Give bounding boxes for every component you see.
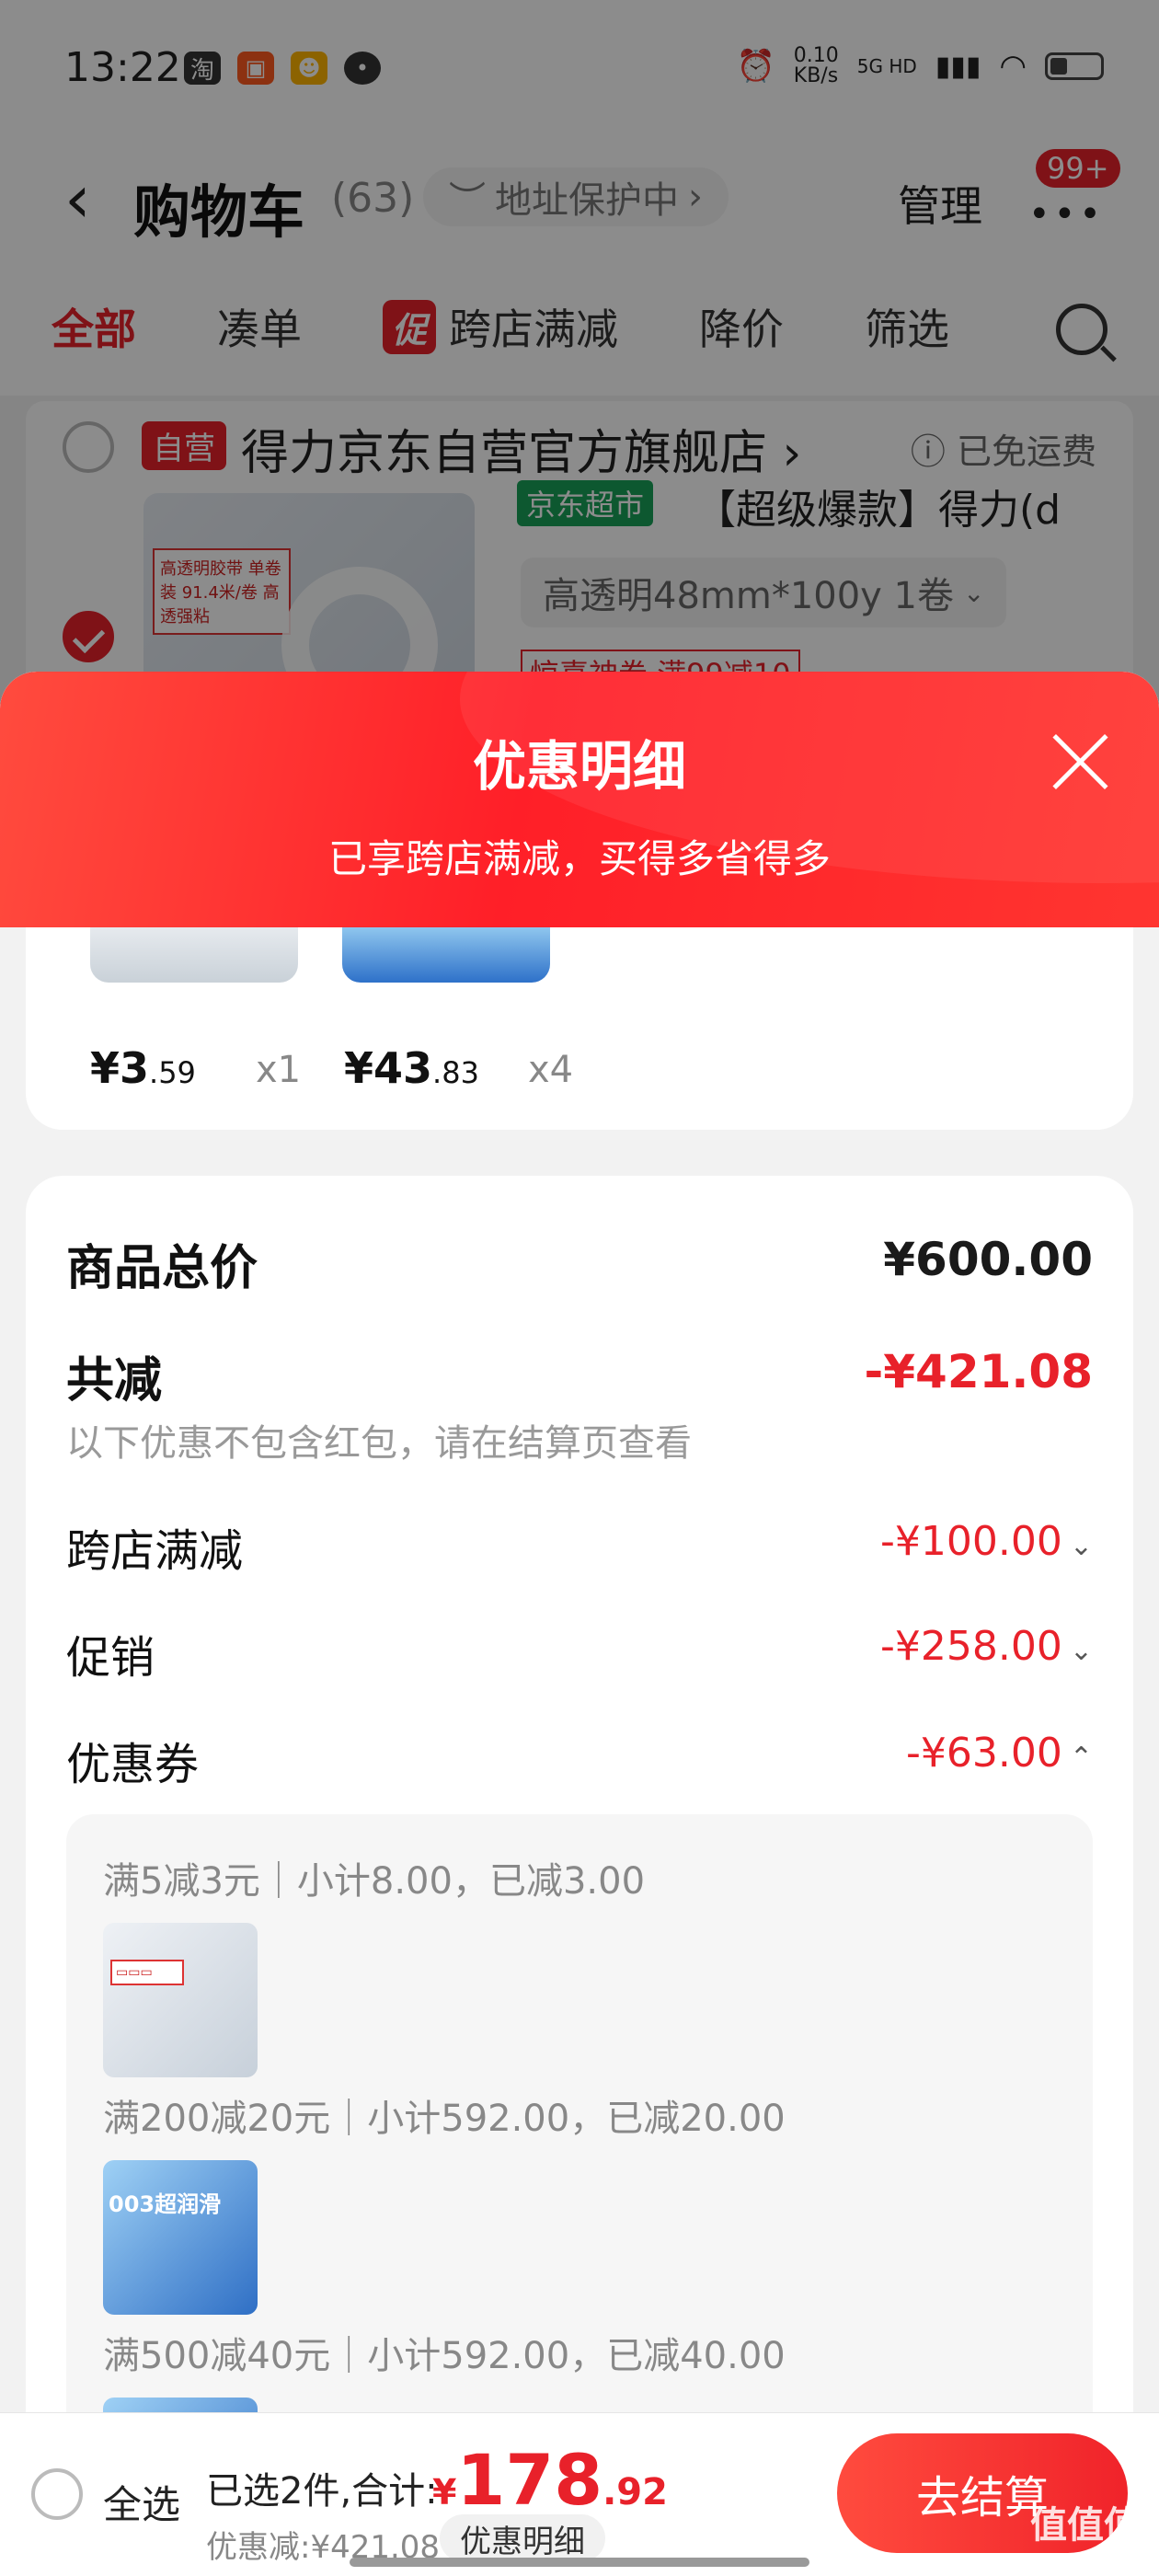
chevron-down-icon: ⌄ (1069, 1635, 1093, 1667)
selected-items-card: ¥3.59 x1 ¥43.83 x4 (26, 927, 1133, 1130)
total-price-value: ¥600.00 (883, 1233, 1093, 1286)
checkout-bar: 全选 已选2件,合计: ¥178.92 优惠减:¥421.08 优惠明细 去结算 (0, 2412, 1159, 2576)
sheet-subtitle: 已享跨店满减，买得多省得多 (327, 836, 831, 881)
select-all-label[interactable]: 全选 (103, 2474, 180, 2530)
total-reduce-label: 共减 (66, 1353, 163, 1409)
thumbnail-label: ▭▭▭ (110, 1960, 184, 1985)
coupon-line: 满500减40元｜小计592.00，已减40.00 (103, 2335, 786, 2377)
coupon-line: 满5减3元｜小计8.00，已减3.00 (103, 1860, 646, 1903)
close-icon[interactable] (1049, 729, 1113, 793)
coupon-row[interactable]: -¥63.00 ⌃ (906, 1730, 1093, 1777)
promotion-label: 促销 (66, 1632, 155, 1684)
discount-detail-sheet: 优惠明细 已享跨店满减，买得多省得多 ¥3.59 x1 ¥43.83 x4 商品… (0, 672, 1159, 2576)
coupon-item-thumbnail: ▭▭▭ (103, 1923, 258, 2077)
total-amount: ¥178.92 (432, 2439, 668, 2521)
coupon-label: 优惠券 (66, 1739, 200, 1790)
item-thumbnail (90, 927, 298, 983)
select-all-radio[interactable] (31, 2468, 83, 2520)
watermark-logo: 值值值 (1030, 2504, 1141, 2547)
coupon-item-thumbnail: 003超润滑 (103, 2160, 258, 2315)
selected-summary: 已选2件,合计: (206, 2470, 438, 2513)
promotion-row[interactable]: -¥258.00 ⌄ (880, 1623, 1093, 1670)
coupon-line: 满200减20元｜小计592.00，已减20.00 (103, 2098, 786, 2140)
sheet-header: 优惠明细 已享跨店满减，买得多省得多 (0, 672, 1159, 927)
total-price-label: 商品总价 (66, 1241, 258, 1296)
home-indicator[interactable] (350, 2558, 809, 2567)
total-reduce-value: -¥421.08 (864, 1345, 1094, 1398)
discount-detail-button[interactable]: 优惠明细 (440, 2514, 605, 2562)
item-price: ¥3.59 (90, 1043, 196, 1093)
sheet-title: 优惠明细 (472, 735, 686, 798)
item-qty: x4 (528, 1049, 574, 1091)
item-thumbnail (342, 927, 550, 983)
item-price: ¥43.83 (344, 1043, 479, 1093)
item-qty: x1 (256, 1049, 302, 1091)
thumbnail-label: 003超润滑 (109, 2191, 222, 2217)
cross-store-row[interactable]: -¥100.00 ⌄ (880, 1518, 1093, 1565)
discount-note: 以下优惠不包含红包，请在结算页查看 (66, 1422, 692, 1465)
cross-store-label: 跨店满减 (66, 1525, 244, 1577)
coupon-detail-box: 满5减3元｜小计8.00，已减3.00 ▭▭▭ 满200减20元｜小计592.0… (66, 1814, 1093, 2552)
chevron-up-icon: ⌃ (1069, 1742, 1093, 1774)
chevron-down-icon: ⌄ (1069, 1530, 1093, 1562)
